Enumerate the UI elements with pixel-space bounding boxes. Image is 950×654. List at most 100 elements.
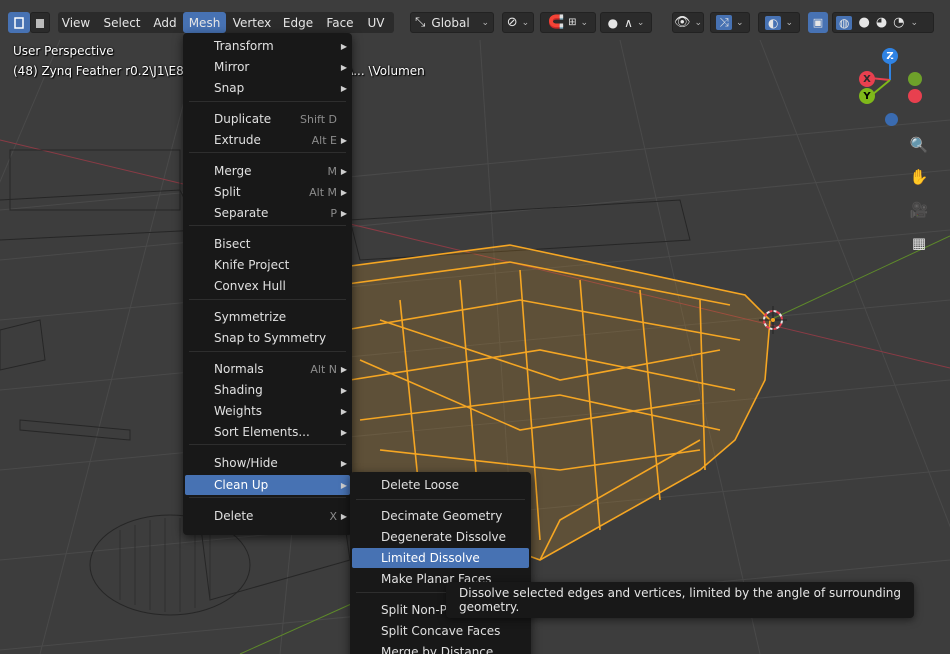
chevron-down-icon: ⌄ [481,17,489,28]
camera-icon[interactable]: 🎥 [906,197,932,223]
mesh-menu-item-extrude[interactable]: Extrude Alt E ▶ [185,130,350,150]
submenu-arrow-icon: ▶ [340,62,347,72]
menu-item-label: Bisect [214,237,251,251]
gizmo-axis-neg-z[interactable] [885,113,898,126]
proportional-edit-icon[interactable]: ● ∧ ⌄ [600,12,652,33]
transform-orientation-icon: ⤡ [415,15,426,30]
menu-item-shortcut: M [327,164,338,178]
submenu-arrow-icon: ▶ [340,208,347,218]
cleanup-item-merge-by-distance[interactable]: Merge by Distance [352,642,529,654]
mesh-menu-item-merge[interactable]: Merge M ▶ [185,161,350,181]
cleanup-item-delete-loose[interactable]: Delete Loose [352,475,529,495]
menu-item-label: Transform [214,39,274,53]
perspective-label: User Perspective [13,44,114,58]
menu-vertex[interactable]: Vertex [228,12,276,33]
mesh-menu-item-symmetrize[interactable]: Symmetrize [185,307,350,327]
cleanup-item-limited-dissolve[interactable]: Limited Dissolve [352,548,529,568]
menu-separator [189,299,346,300]
overlay-icon[interactable]: ◐ ⌄ [758,12,800,33]
menu-face[interactable]: Face [322,12,358,33]
menu-item-label: Knife Project [214,258,290,272]
shading-dropdown-icon[interactable]: ⌄ [911,18,919,28]
mesh-menu-item-delete[interactable]: Delete X ▶ [185,506,350,526]
mesh-menu-item-knife-project[interactable]: Knife Project [185,255,350,275]
gizmo-lines [869,58,891,95]
menu-item-label: Mirror [214,60,250,74]
menu-separator [189,497,346,498]
mesh-menu: Transform ▶ Mirror ▶ Snap ▶ Duplicate Shift D Ex… [183,33,352,535]
menu-item-shortcut: Alt N [310,362,337,376]
cleanup-item-split-concave-faces[interactable]: Split Concave Faces [352,621,529,641]
menu-item-label: Snap [214,81,245,95]
menu-item-label: Split Concave Faces [381,624,501,638]
menu-select[interactable]: Select [100,12,144,33]
transform-orientation-dropdown[interactable]: ⤡ Global ⌄ [410,12,494,33]
menu-add[interactable]: Add [149,12,181,33]
mesh-menu-item-snap[interactable]: Snap ▶ [185,78,350,98]
mesh-menu-item-clean-up[interactable]: Clean Up ▶ [185,475,350,495]
mesh-menu-item-split[interactable]: Split Alt M ▶ [185,182,350,202]
tooltip: Dissolve selected edges and vertices, li… [446,582,914,618]
snap-icon[interactable]: 🧲 ⊞ ⌄ [540,12,596,33]
menu-separator [189,101,346,102]
menu-item-label: Convex Hull [214,279,286,293]
gizmo-icon[interactable]: ⤨ ⌄ [710,12,750,33]
menu-item-shortcut: Alt E [311,133,337,147]
menu-separator [189,351,346,352]
submenu-arrow-icon: ▶ [340,135,347,145]
menu-item-label: Show/Hide [214,456,278,470]
grid-icon[interactable]: ▦ [906,230,932,256]
shading-rendered-icon[interactable]: ◔ [893,15,904,30]
cleanup-item-decimate-geometry[interactable]: Decimate Geometry [352,506,529,526]
menu-separator [189,152,346,153]
menu-item-shortcut: Alt M [309,185,337,199]
shading-wireframe-icon[interactable]: ◍ [836,15,853,30]
menu-item-label: Split [214,185,241,199]
mesh-menu-item-convex-hull[interactable]: Convex Hull [185,276,350,296]
visibility-icon[interactable]: 👁 ⌄ [672,12,704,33]
mesh-menu-item-show-hide[interactable]: Show/Hide ▶ [185,453,350,473]
menu-item-label: Separate [214,206,269,220]
pivot-icon[interactable]: ⊘ ⌄ [502,12,534,33]
submenu-arrow-icon: ▶ [340,511,347,521]
select-box-icon[interactable] [8,12,30,33]
menu-edge[interactable]: Edge [280,12,316,33]
menu-item-label: Clean Up [214,478,269,492]
zoom-icon[interactable]: 🔍 [906,132,932,158]
menu-item-label: Shading [214,383,263,397]
submenu-arrow-icon: ▶ [340,83,347,93]
orientation-value: Global [431,15,470,30]
submenu-arrow-icon: ▶ [340,406,347,416]
menu-uv[interactable]: UV [362,12,390,33]
submenu-arrow-icon: ▶ [340,364,347,374]
shading-solid-icon[interactable]: ● [858,15,869,30]
viewport-header: View Select Add Mesh Vertex Edge Face UV… [0,8,950,36]
menu-separator [189,225,346,226]
pan-hand-icon[interactable]: ✋ [906,164,932,190]
mesh-menu-item-transform[interactable]: Transform ▶ [185,36,350,56]
menu-item-label: Delete Loose [381,478,460,492]
mesh-menu-item-mirror[interactable]: Mirror ▶ [185,57,350,77]
menu-item-label: Symmetrize [214,310,287,324]
mesh-menu-item-duplicate[interactable]: Duplicate Shift D [185,109,350,129]
mesh-menu-item-shading[interactable]: Shading ▶ [185,380,350,400]
submenu-arrow-icon: ▶ [340,166,347,176]
menu-item-label: Sort Elements... [214,425,310,439]
submenu-arrow-icon: ▶ [340,427,347,437]
select-mode-icon[interactable] [30,12,50,33]
mesh-menu-item-sort-elements[interactable]: Sort Elements... ▶ [185,422,350,442]
menu-item-label: Degenerate Dissolve [381,530,507,544]
shading-material-icon[interactable]: ◕ [876,15,887,30]
mesh-menu-item-bisect[interactable]: Bisect [185,234,350,254]
submenu-arrow-icon: ▶ [340,480,347,490]
shading-mode-group: ◍ ● ◕ ◔ ⌄ [832,12,934,33]
mesh-menu-item-weights[interactable]: Weights ▶ [185,401,350,421]
xray-icon[interactable]: ▣ [808,12,828,33]
menu-mesh[interactable]: Mesh [183,12,226,33]
mesh-menu-item-normals[interactable]: Normals Alt N ▶ [185,359,350,379]
mesh-menu-item-snap-to-symmetry[interactable]: Snap to Symmetry [185,328,350,348]
menu-item-label: Merge [214,164,252,178]
mesh-menu-item-separate[interactable]: Separate P ▶ [185,203,350,223]
menu-view[interactable]: View [58,12,94,33]
cleanup-item-degenerate-dissolve[interactable]: Degenerate Dissolve [352,527,529,547]
